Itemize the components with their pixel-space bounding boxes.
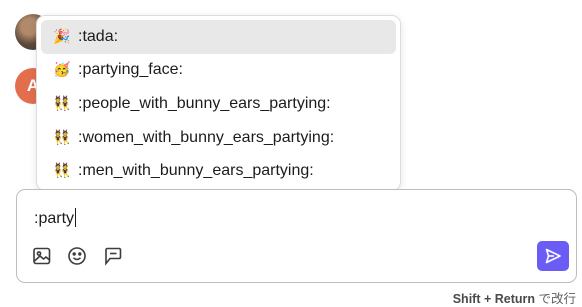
message-input[interactable]: :party: [34, 208, 77, 228]
newline-hint: Shift + Return で改行: [453, 288, 576, 307]
suggestion-item[interactable]: 👯 :men_with_bunny_ears_partying:: [41, 154, 396, 188]
emoji-icon[interactable]: [66, 245, 88, 267]
suggestion-item[interactable]: 👯 :women_with_bunny_ears_partying:: [41, 121, 396, 155]
message-input-value: :party: [34, 210, 75, 227]
thread-icon[interactable]: [102, 245, 124, 267]
shortcut-keys: Shift + Return: [452, 292, 536, 306]
image-icon[interactable]: [31, 245, 53, 267]
suggestion-label: :partying_face:: [78, 61, 183, 79]
hint-text: で改行: [535, 292, 576, 306]
suggestion-item[interactable]: 👯 :people_with_bunny_ears_partying:: [41, 87, 396, 121]
send-button[interactable]: [537, 241, 569, 271]
emoji-suggestion-popup: 🎉 :tada: 🥳 :partying_face: 👯 :people_wit…: [36, 15, 401, 191]
send-icon: [545, 248, 561, 264]
suggestion-label: :women_with_bunny_ears_partying:: [78, 128, 335, 146]
bunny-ears-emoji-icon: 👯: [53, 95, 71, 112]
suggestion-label: :people_with_bunny_ears_partying:: [78, 94, 331, 112]
bunny-ears-emoji-icon: 👯: [53, 129, 71, 146]
suggestion-label: :men_with_bunny_ears_partying:: [78, 162, 314, 180]
message-composer[interactable]: :party: [16, 189, 577, 283]
partying-face-emoji-icon: 🥳: [53, 62, 71, 79]
party-popper-emoji-icon: 🎉: [53, 28, 71, 45]
suggestion-item[interactable]: 🎉 :tada:: [41, 20, 396, 54]
suggestion-item[interactable]: 🥳 :partying_face:: [41, 54, 396, 88]
suggestion-label: :tada:: [78, 27, 119, 45]
bunny-ears-emoji-icon: 👯: [53, 163, 71, 180]
text-caret: [75, 208, 77, 227]
